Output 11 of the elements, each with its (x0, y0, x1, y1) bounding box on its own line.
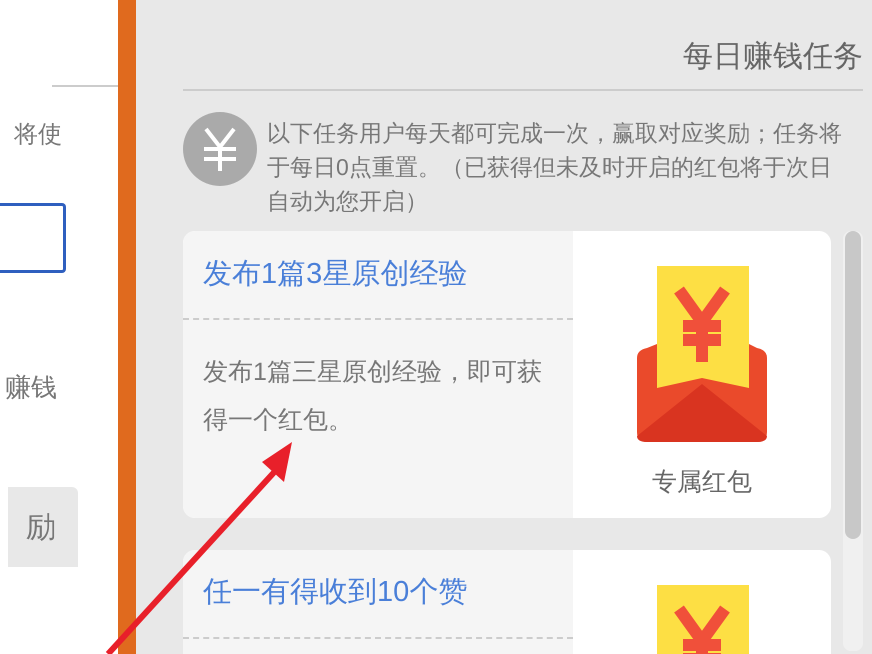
task-description: 发布1篇三星原创经验，即可获得一个红包。 (202, 357, 543, 436)
notice-text: 以下任务用户每天都可完成一次，赢取对应奖励；任务将于每日0点重置。（已获得但未及时开启的红包将于次日自动为您开启） (267, 119, 843, 216)
panel-title: 每日赚钱任务 (683, 39, 863, 75)
scrollbar[interactable] (843, 231, 863, 651)
reward-label: 专属红包 (652, 467, 752, 498)
envelope-icon (637, 266, 767, 442)
tab[interactable]: 励 (8, 487, 78, 567)
task-title[interactable]: 发布1篇3星原创经验 (203, 252, 468, 296)
input-field[interactable] (0, 203, 66, 273)
text-fragment: 将使 (14, 120, 62, 150)
text-fragment: 赚钱 (5, 371, 57, 404)
